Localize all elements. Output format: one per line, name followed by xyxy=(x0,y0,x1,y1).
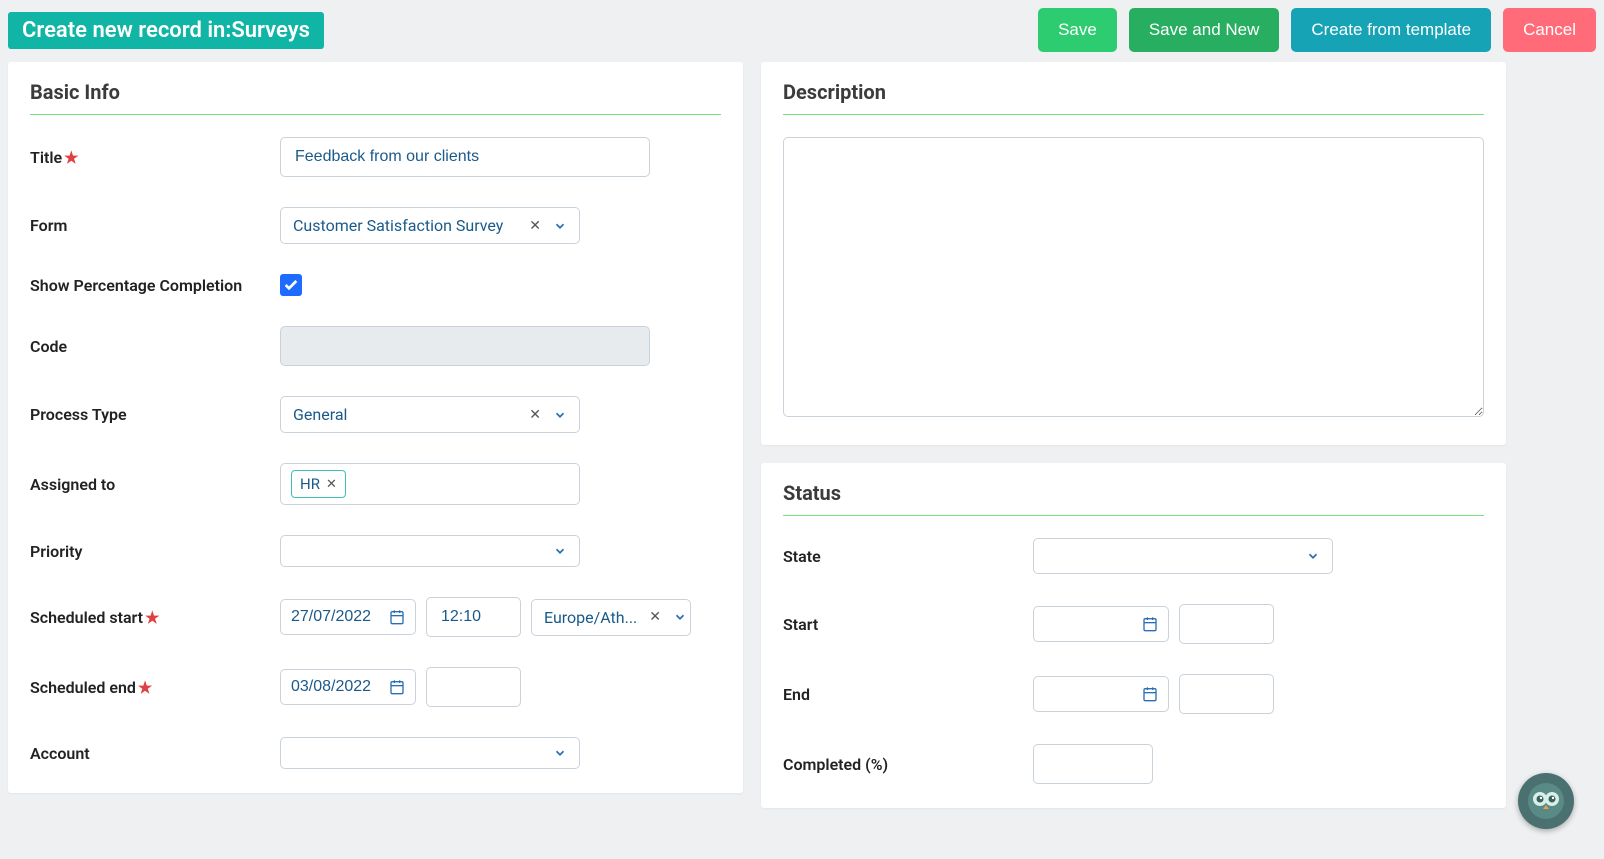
description-panel: Description xyxy=(761,62,1506,445)
timezone-clear-icon[interactable]: ✕ xyxy=(645,609,665,625)
title-input[interactable] xyxy=(280,137,650,177)
scheduled-start-date-input[interactable] xyxy=(291,608,381,626)
process-type-clear-icon[interactable]: ✕ xyxy=(525,407,545,423)
calendar-icon[interactable] xyxy=(1142,686,1158,702)
basic-info-panel: Basic Info Title★ Form Customer Satisfac… xyxy=(8,62,743,793)
scheduled-end-date[interactable] xyxy=(280,669,416,705)
show-percentage-checkbox[interactable] xyxy=(280,274,302,296)
process-type-select[interactable]: General ✕ xyxy=(280,396,580,433)
basic-info-heading: Basic Info xyxy=(30,80,721,115)
form-select[interactable]: Customer Satisfaction Survey ✕ xyxy=(280,207,580,244)
form-label: Form xyxy=(30,216,280,235)
timezone-select[interactable]: Europe/Ath... ✕ xyxy=(531,599,691,636)
assigned-tag: HR ✕ xyxy=(291,470,346,498)
code-input xyxy=(280,326,650,366)
chevron-down-icon[interactable] xyxy=(553,746,567,760)
state-select[interactable] xyxy=(1033,538,1333,574)
start-time-input[interactable] xyxy=(1179,604,1274,644)
end-label: End xyxy=(783,685,1033,704)
end-date[interactable] xyxy=(1033,676,1169,712)
save-button[interactable]: Save xyxy=(1038,8,1117,52)
scheduled-start-label: Scheduled start★ xyxy=(30,608,280,627)
calendar-icon[interactable] xyxy=(389,679,405,695)
end-date-input[interactable] xyxy=(1044,685,1134,703)
chevron-down-icon[interactable] xyxy=(673,610,687,624)
page-title: Create new record in:Surveys xyxy=(8,12,324,49)
start-date[interactable] xyxy=(1033,606,1169,642)
calendar-icon[interactable] xyxy=(389,609,405,625)
cancel-button[interactable]: Cancel xyxy=(1503,8,1596,52)
process-type-label: Process Type xyxy=(30,405,280,424)
action-button-group: Save Save and New Create from template C… xyxy=(1038,8,1596,52)
start-date-input[interactable] xyxy=(1044,615,1134,633)
completed-label: Completed (%) xyxy=(783,755,1033,774)
scheduled-start-time-input[interactable] xyxy=(426,597,521,637)
state-label: State xyxy=(783,547,1033,566)
chevron-down-icon[interactable] xyxy=(1306,549,1320,563)
help-owl-button[interactable] xyxy=(1518,773,1574,829)
scheduled-end-date-input[interactable] xyxy=(291,678,381,696)
chevron-down-icon[interactable] xyxy=(553,408,567,422)
code-label: Code xyxy=(30,337,280,356)
status-panel: Status State Start xyxy=(761,463,1506,808)
completed-input[interactable] xyxy=(1033,744,1153,784)
form-clear-icon[interactable]: ✕ xyxy=(525,218,545,234)
account-select[interactable] xyxy=(280,737,580,769)
title-label: Title★ xyxy=(30,148,280,167)
description-textarea[interactable] xyxy=(783,137,1484,417)
assigned-to-input[interactable]: HR ✕ xyxy=(280,463,580,505)
priority-select[interactable] xyxy=(280,535,580,567)
scheduled-end-time-input[interactable] xyxy=(426,667,521,707)
end-time-input[interactable] xyxy=(1179,674,1274,714)
scheduled-end-label: Scheduled end★ xyxy=(30,678,280,697)
create-from-template-button[interactable]: Create from template xyxy=(1291,8,1491,52)
account-label: Account xyxy=(30,744,280,763)
save-and-new-button[interactable]: Save and New xyxy=(1129,8,1280,52)
assigned-to-label: Assigned to xyxy=(30,475,280,494)
assigned-tag-remove-icon[interactable]: ✕ xyxy=(326,477,337,492)
status-heading: Status xyxy=(783,481,1484,516)
description-heading: Description xyxy=(783,80,1484,115)
scheduled-start-date[interactable] xyxy=(280,599,416,635)
start-label: Start xyxy=(783,615,1033,634)
priority-label: Priority xyxy=(30,542,280,561)
chevron-down-icon[interactable] xyxy=(553,219,567,233)
show-percentage-label: Show Percentage Completion xyxy=(30,276,280,295)
calendar-icon[interactable] xyxy=(1142,616,1158,632)
chevron-down-icon[interactable] xyxy=(553,544,567,558)
